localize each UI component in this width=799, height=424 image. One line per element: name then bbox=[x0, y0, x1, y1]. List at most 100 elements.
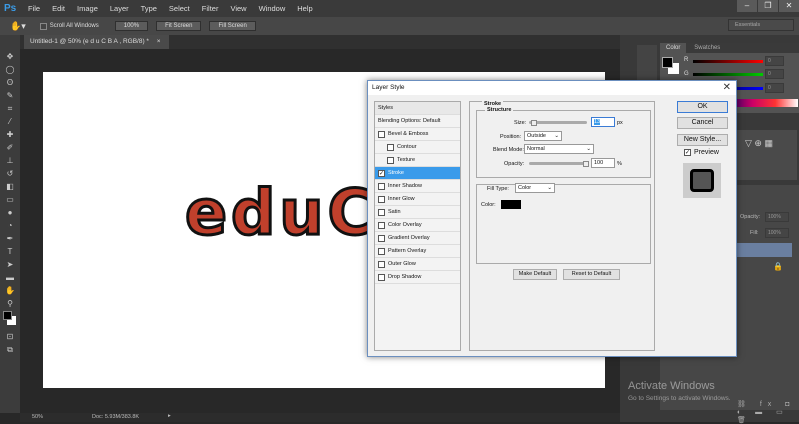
tab-swatches[interactable]: Swatches bbox=[688, 43, 726, 53]
document-tab[interactable]: Untitled-1 @ 50% (e d u C B A , RGB/8) *… bbox=[24, 35, 169, 49]
size-input[interactable]: 13 bbox=[591, 117, 615, 127]
reset-default-button[interactable]: Reset to Default bbox=[563, 269, 620, 280]
opacity-slider-thumb[interactable] bbox=[583, 161, 589, 167]
dialog-close-icon[interactable]: ✕ bbox=[723, 82, 731, 93]
checkbox-icon[interactable] bbox=[378, 195, 385, 203]
checkbox-icon[interactable] bbox=[378, 182, 385, 190]
restore-button[interactable]: ❐ bbox=[758, 0, 778, 12]
checkbox-icon[interactable] bbox=[378, 234, 385, 242]
type-tool-icon[interactable]: T bbox=[4, 246, 16, 257]
marquee-tool-icon[interactable]: ◯ bbox=[4, 64, 16, 75]
blend-mode-select[interactable]: Normal ⌄ bbox=[524, 144, 594, 154]
style-item-gradient-overlay[interactable]: Gradient Overlay bbox=[375, 232, 460, 245]
checkbox-icon[interactable] bbox=[378, 273, 385, 281]
style-item-bevel-emboss[interactable]: Bevel & Emboss bbox=[375, 128, 460, 141]
checkbox-icon[interactable] bbox=[378, 221, 385, 229]
workspace-select[interactable]: Essentials bbox=[728, 19, 794, 31]
layer-fill-value[interactable]: 100% bbox=[765, 228, 789, 238]
layer-row-selected[interactable] bbox=[737, 243, 792, 257]
hand-tool-icon[interactable]: ✋▾ bbox=[10, 21, 26, 32]
gradient-tool-icon[interactable]: ▭ bbox=[4, 194, 16, 205]
style-item-pattern-overlay[interactable]: Pattern Overlay bbox=[375, 245, 460, 258]
style-item-inner-glow[interactable]: Inner Glow bbox=[375, 193, 460, 206]
style-item-drop-shadow[interactable]: Drop Shadow bbox=[375, 271, 460, 284]
menu-image[interactable]: Image bbox=[77, 4, 98, 13]
fit-screen-button[interactable]: Fit Screen bbox=[156, 21, 202, 31]
channel-r-slider[interactable] bbox=[693, 60, 763, 63]
make-default-button[interactable]: Make Default bbox=[513, 269, 557, 280]
shape-tool-icon[interactable]: ▬ bbox=[4, 272, 16, 283]
close-app-button[interactable]: ✕ bbox=[779, 0, 799, 12]
pen-tool-icon[interactable]: ✒ bbox=[4, 233, 16, 244]
move-tool-icon[interactable]: ✥ bbox=[4, 51, 16, 62]
fill-type-select[interactable]: Color ⌄ bbox=[515, 183, 555, 193]
menu-layer[interactable]: Layer bbox=[110, 4, 129, 13]
channel-g-value[interactable]: 0 bbox=[765, 69, 784, 79]
path-select-tool-icon[interactable]: ➤ bbox=[4, 259, 16, 270]
quick-select-tool-icon[interactable]: ✎ bbox=[4, 90, 16, 101]
color-swatches-icon[interactable] bbox=[3, 311, 17, 329]
layer-opacity-value[interactable]: 100% bbox=[765, 212, 789, 222]
layer-actions-icons[interactable]: ⛓ fx ◘ ◐ ▬ ▭ 🗑 bbox=[737, 400, 799, 424]
zoom-level[interactable]: 50% bbox=[32, 414, 43, 420]
style-item-texture[interactable]: Texture bbox=[375, 154, 460, 167]
eraser-tool-icon[interactable]: ◧ bbox=[4, 181, 16, 192]
size-slider[interactable] bbox=[529, 121, 587, 124]
healing-tool-icon[interactable]: ✚ bbox=[4, 129, 16, 140]
tab-color[interactable]: Color bbox=[660, 43, 687, 53]
menu-type[interactable]: Type bbox=[141, 4, 157, 13]
cancel-button[interactable]: Cancel bbox=[677, 117, 728, 129]
checkbox-icon[interactable]: ✓ bbox=[378, 169, 385, 177]
adjustments-icons[interactable]: ▽ ⊕ ▦ bbox=[737, 130, 797, 180]
menu-help[interactable]: Help bbox=[297, 4, 312, 13]
ok-button[interactable]: OK bbox=[677, 101, 728, 113]
checkbox-icon[interactable] bbox=[387, 143, 394, 151]
channel-r-value[interactable]: 0 bbox=[765, 56, 784, 66]
quick-mask-icon[interactable]: ⊡ bbox=[4, 331, 16, 342]
dodge-tool-icon[interactable]: ◔ bbox=[4, 220, 16, 231]
zoom-tool-icon[interactable]: ⚲ bbox=[4, 298, 16, 309]
style-item-satin[interactable]: Satin bbox=[375, 206, 460, 219]
position-select[interactable]: Outside ⌄ bbox=[524, 131, 562, 141]
style-item-contour[interactable]: Contour bbox=[375, 141, 460, 154]
blur-tool-icon[interactable]: ● bbox=[4, 207, 16, 218]
checkbox-icon[interactable] bbox=[378, 247, 385, 255]
menu-filter[interactable]: Filter bbox=[202, 4, 219, 13]
eyedropper-tool-icon[interactable]: ⁄ bbox=[4, 116, 16, 127]
channel-g-slider[interactable] bbox=[693, 73, 763, 76]
crop-tool-icon[interactable]: ⌗ bbox=[4, 103, 16, 114]
color-spectrum[interactable] bbox=[730, 99, 798, 107]
hand-tool-icon[interactable]: ✋ bbox=[4, 285, 16, 296]
stroke-color-swatch[interactable] bbox=[501, 200, 521, 209]
scroll-all-checkbox[interactable] bbox=[39, 22, 47, 30]
style-item-color-overlay[interactable]: Color Overlay bbox=[375, 219, 460, 232]
history-brush-icon[interactable]: ↺ bbox=[4, 168, 16, 179]
new-style-button[interactable]: New Style... bbox=[677, 134, 728, 146]
style-item-outer-glow[interactable]: Outer Glow bbox=[375, 258, 460, 271]
opacity-slider[interactable] bbox=[529, 162, 587, 165]
menu-window[interactable]: Window bbox=[259, 4, 286, 13]
close-tab-icon[interactable]: × bbox=[157, 38, 161, 45]
menu-file[interactable]: File bbox=[28, 4, 40, 13]
menu-select[interactable]: Select bbox=[169, 4, 190, 13]
channel-b-value[interactable]: 0 bbox=[765, 83, 784, 93]
foreground-background-swatch[interactable] bbox=[662, 57, 680, 75]
checkbox-icon[interactable] bbox=[378, 130, 385, 138]
checkbox-icon[interactable] bbox=[378, 260, 385, 268]
opacity-input[interactable]: 100 bbox=[591, 158, 615, 168]
styles-header[interactable]: Styles bbox=[375, 102, 460, 115]
preview-checkbox[interactable]: ✓ Preview bbox=[684, 149, 719, 156]
size-slider-thumb[interactable] bbox=[531, 120, 537, 126]
style-item-stroke[interactable]: ✓ Stroke bbox=[375, 167, 460, 180]
blending-options[interactable]: Blending Options: Default bbox=[375, 115, 460, 128]
checkbox-icon[interactable] bbox=[387, 156, 394, 164]
lasso-tool-icon[interactable]: ʘ bbox=[4, 77, 16, 88]
stamp-tool-icon[interactable]: ⊥ bbox=[4, 155, 16, 166]
fill-screen-button[interactable]: Fill Screen bbox=[209, 21, 256, 31]
minimize-button[interactable]: – bbox=[737, 0, 757, 12]
menu-view[interactable]: View bbox=[230, 4, 246, 13]
status-menu-arrow-icon[interactable]: ▸ bbox=[168, 413, 171, 419]
screen-mode-icon[interactable]: ⧉ bbox=[4, 344, 16, 355]
style-item-inner-shadow[interactable]: Inner Shadow bbox=[375, 180, 460, 193]
brush-tool-icon[interactable]: ✐ bbox=[4, 142, 16, 153]
